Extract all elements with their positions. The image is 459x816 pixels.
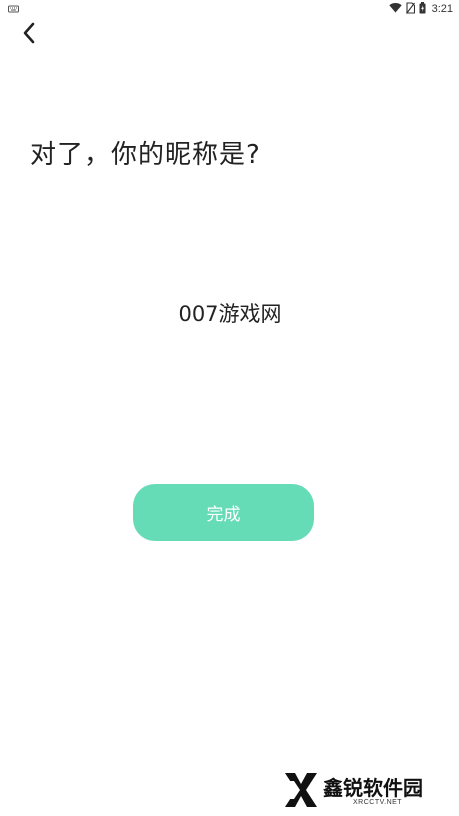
battery-icon — [419, 1, 426, 17]
wifi-icon — [388, 2, 402, 16]
x-logo-icon — [281, 771, 321, 813]
back-button[interactable] — [14, 20, 44, 50]
keyboard-icon — [8, 3, 19, 13]
watermark-domain: XRCCTV.NET — [353, 799, 403, 806]
done-button[interactable]: 完成 — [133, 484, 314, 541]
chevron-left-icon — [22, 22, 36, 48]
nickname-input[interactable] — [60, 290, 400, 336]
page-title: 对了，你的昵称是? — [30, 140, 261, 170]
status-bar: 3:21 — [0, 0, 459, 20]
status-icons: 3:21 — [388, 1, 453, 17]
no-sim-icon — [405, 1, 415, 17]
watermark-name: 鑫锐软件园 — [323, 776, 423, 800]
watermark-logo: 鑫锐软件园 XRCCTV.NET — [281, 769, 441, 811]
status-time: 3:21 — [431, 3, 453, 15]
